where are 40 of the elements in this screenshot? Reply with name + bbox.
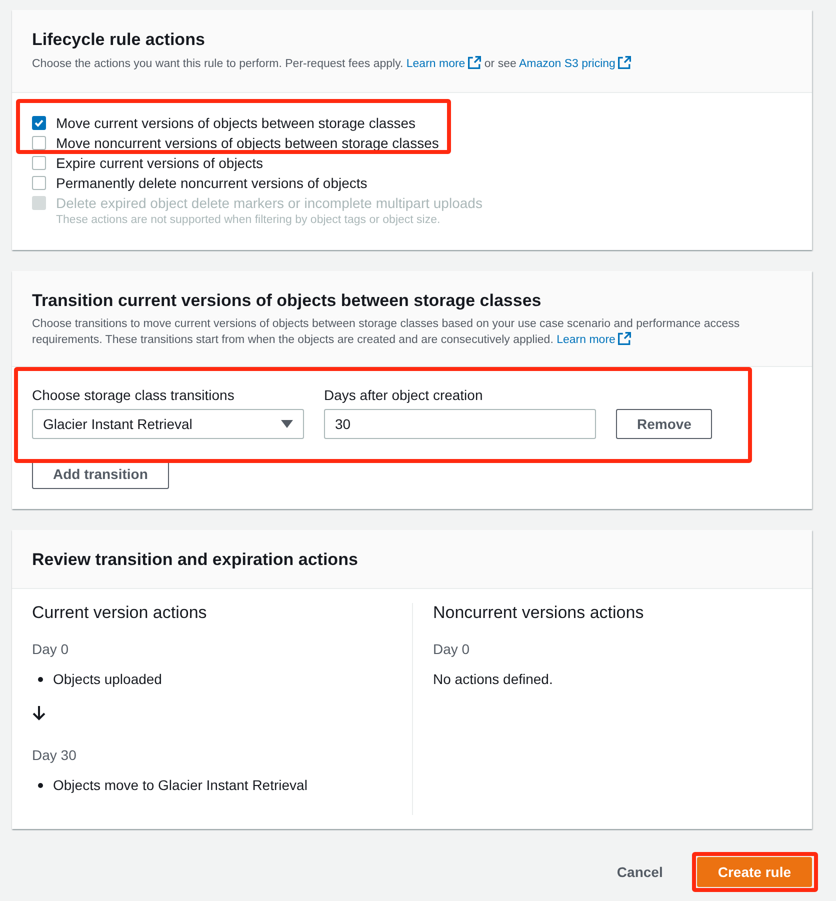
learn-more-link[interactable]: Learn more (556, 334, 632, 346)
checkbox[interactable] (32, 116, 46, 130)
checkbox[interactable] (32, 136, 46, 150)
checkbox-label: Expire current versions of objects (56, 155, 263, 171)
check-icon (34, 118, 44, 128)
column-title: Noncurrent versions actions (433, 603, 645, 623)
bullet-icon (38, 782, 43, 788)
down-arrow-icon (32, 705, 46, 721)
empty-note: No actions defined. (433, 671, 554, 687)
storage-class-select[interactable]: Glacier Instant Retrieval (32, 409, 304, 439)
caret-icon (281, 420, 293, 428)
external-link-icon (618, 332, 632, 345)
panel-description: Choose the actions you want this rule to perform. Per-request fees apply. Learn more or see Amazon S3 pricing (32, 56, 792, 72)
checkbox-hint: These actions are not supported when filtering by object tags or object size. (55, 213, 442, 228)
checkbox-label: Permanently delete noncurrent versions of objects (56, 175, 368, 191)
external-link-icon (618, 56, 632, 69)
action-item: Objects move to Glacier Instant Retrieval (53, 777, 308, 793)
checkbox-label: Move noncurrent versions of objects between storage classes (56, 135, 439, 151)
column-title: Current version actions (32, 603, 208, 623)
day-label: Day 30 (32, 747, 78, 763)
day-label: Day 0 (433, 641, 471, 657)
checkbox-label: Move current versions of objects between storage classes (56, 115, 416, 131)
cancel-button[interactable]: Cancel (610, 863, 669, 881)
panel-title: Review transition and expiration actions (32, 549, 359, 571)
checkbox-label: Delete expired object delete markers or incomplete multipart uploads (56, 195, 482, 211)
day-label: Day 0 (32, 641, 70, 657)
learn-more-link[interactable]: Learn more (406, 58, 482, 70)
checkbox[interactable] (32, 156, 46, 170)
panel-description: Choose transitions to move current versions of objects between storage classes based on your use case scenario and performance access requirements. These transitions start from when the objects are created and are consecutively applied. Learn more (32, 317, 741, 348)
remove-button[interactable]: Remove (616, 409, 712, 439)
field-label: Choose storage class transitions (32, 387, 236, 403)
field-label: Days after object creation (324, 387, 484, 403)
pricing-link[interactable]: Amazon S3 pricing (518, 58, 632, 70)
external-link-icon (468, 56, 482, 69)
bullet-icon (38, 676, 43, 682)
action-item: Objects uploaded (53, 671, 162, 687)
panel-title: Transition current versions of objects between storage classes (32, 290, 542, 312)
checkbox[interactable] (32, 176, 46, 190)
panel-title: Lifecycle rule actions (32, 29, 206, 51)
days-input[interactable]: 30 (324, 409, 596, 439)
